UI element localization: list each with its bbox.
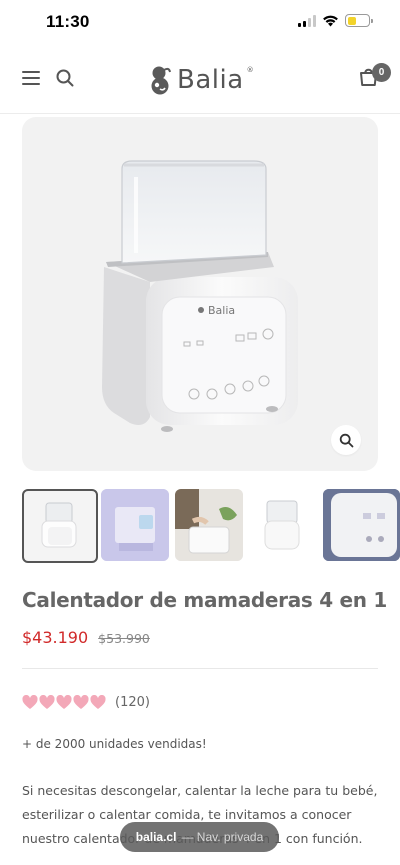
heart-icon [39, 695, 55, 709]
thumb-box-packaging[interactable] [101, 489, 169, 561]
signal-icon [298, 14, 316, 27]
thumb-control-panel-closeup[interactable] [323, 489, 400, 561]
site-header: Balia ® 0 [0, 48, 400, 114]
product-main-image[interactable]: Balia [22, 117, 378, 471]
svg-text:Balia: Balia [208, 304, 235, 317]
status-icons [298, 14, 373, 27]
heart-icon [22, 695, 38, 709]
status-bar: 11:30 [0, 0, 400, 48]
cart-count-badge[interactable]: 0 [372, 63, 391, 82]
battery-icon [345, 14, 373, 27]
brand-logo[interactable]: Balia ® [146, 60, 254, 100]
heart-icon [56, 695, 72, 709]
thumb-bottle-warmer-image [41, 502, 77, 548]
bottle-warmer-image: Balia [102, 160, 298, 432]
thumb-bottle-warmer[interactable] [22, 489, 98, 563]
thumb-control-panel-closeup-image [323, 489, 400, 561]
zoom-icon [339, 433, 353, 447]
private-mode-label: — Nav. privada [181, 830, 264, 844]
url-domain: balia.cl [135, 830, 177, 844]
menu-icon[interactable] [22, 71, 40, 85]
thumb-lifestyle-hand-image [175, 489, 243, 561]
rating-hearts [22, 695, 106, 710]
thumb-lifestyle-hand[interactable] [175, 489, 243, 561]
heart-icon [90, 695, 106, 709]
price-row: $43.190 $53.990 [22, 628, 150, 647]
sale-price: $43.190 [22, 628, 89, 647]
thumb-bottle-warmer-front-image [264, 500, 300, 550]
search-icon[interactable] [55, 68, 75, 88]
logo-text: Balia [177, 65, 244, 95]
browser-url-pill[interactable]: balia.cl — Nav. privada [120, 822, 279, 852]
product-title: Calentador de mamaderas 4 en 1 [22, 588, 387, 612]
rating-count[interactable]: (120) [115, 695, 150, 710]
wifi-icon [323, 15, 338, 27]
thumb-bottle-warmer-front[interactable] [249, 489, 317, 561]
heart-icon [73, 695, 89, 709]
status-time: 11:30 [46, 12, 90, 31]
units-sold: + de 2000 unidades vendidas! [22, 737, 207, 751]
zoom-button[interactable] [331, 425, 361, 455]
logo-registered-mark: ® [246, 66, 254, 74]
thumb-box-packaging-image [101, 489, 169, 561]
regular-price: $53.990 [98, 631, 150, 646]
thumbnail-strip[interactable] [22, 489, 400, 563]
baby-logo-icon [151, 66, 171, 95]
rating-row[interactable]: (120) [22, 695, 150, 710]
divider [22, 668, 378, 669]
